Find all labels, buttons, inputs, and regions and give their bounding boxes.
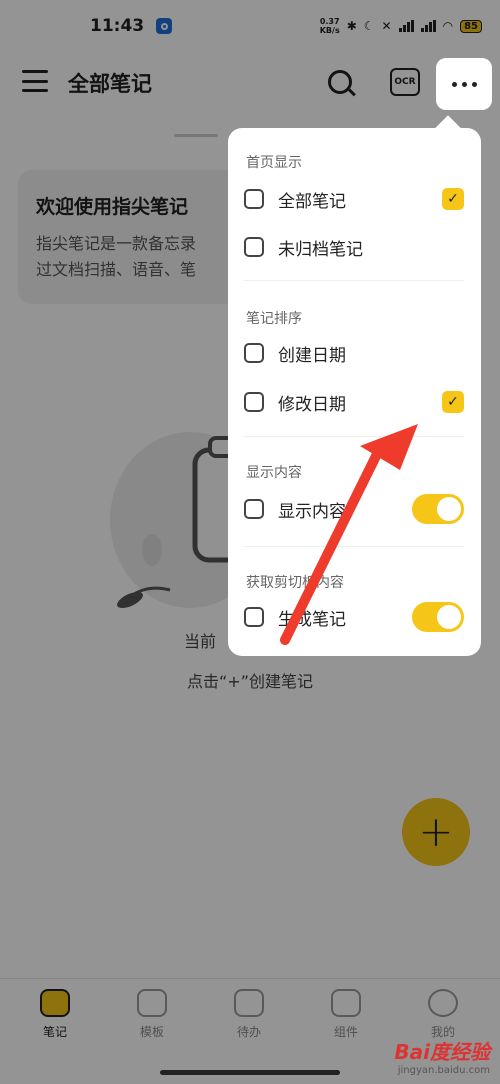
menu-item-modified-date[interactable]: 修改日期 ✓	[244, 387, 464, 417]
menu-divider	[244, 546, 464, 547]
menu-item-created-date[interactable]: 创建日期	[244, 338, 464, 368]
menu-item-unarchived-notes[interactable]: 未归档笔记	[244, 232, 464, 262]
menu-item-show-content[interactable]: 显示内容	[244, 494, 464, 524]
inbox-icon	[244, 237, 264, 257]
generate-note-toggle[interactable]	[412, 602, 464, 632]
copy-icon	[244, 607, 264, 627]
show-content-toggle[interactable]	[412, 494, 464, 524]
content-icon	[244, 499, 264, 519]
plus-box-icon	[244, 343, 264, 363]
section-title-sort: 笔记排序	[246, 311, 302, 327]
menu-item-all-notes[interactable]: 全部笔记 ✓	[244, 184, 464, 214]
section-title-clipboard: 获取剪切板内容	[246, 575, 344, 591]
note-list-icon	[244, 189, 264, 209]
more-options-button[interactable]	[436, 58, 492, 110]
section-title-display-content: 显示内容	[246, 465, 302, 481]
menu-divider	[244, 436, 464, 437]
options-menu: 首页显示 全部笔记 ✓ 未归档笔记 笔记排序 创建日期 修改日期 ✓ 显示内容 …	[228, 128, 481, 656]
menu-divider	[244, 280, 464, 281]
home-indicator	[160, 1070, 340, 1075]
edit-icon	[244, 392, 264, 412]
menu-item-generate-note[interactable]: 生成笔记	[244, 602, 464, 632]
section-title-home-display: 首页显示	[246, 155, 302, 171]
check-icon: ✓	[442, 188, 464, 210]
check-icon: ✓	[442, 391, 464, 413]
watermark: Bai度经验 jingyan.baidu.com	[394, 1040, 490, 1076]
